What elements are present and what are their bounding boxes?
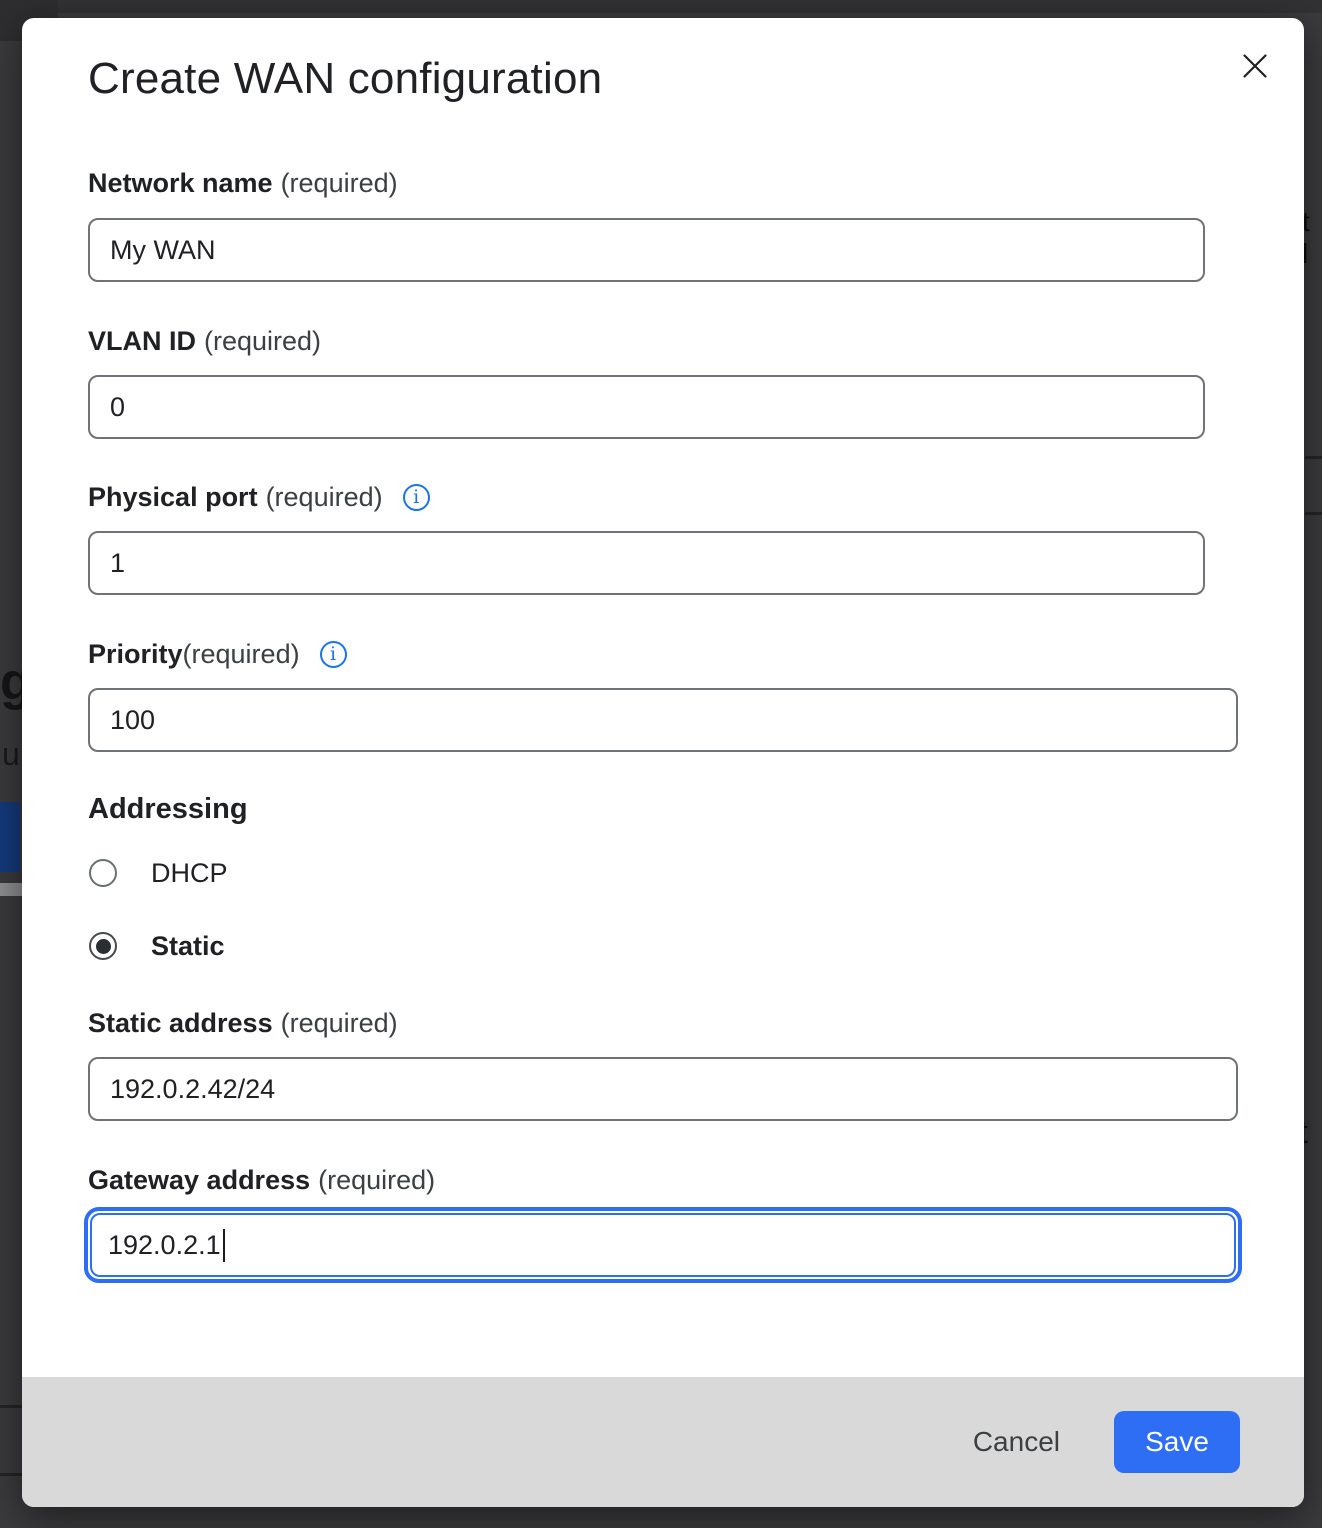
label-text: Priority [88,639,183,670]
radio-option-static[interactable]: Static [89,929,225,963]
physical-port-input[interactable]: 1 [88,531,1205,595]
backdrop-text-fragment: t l [1302,206,1322,270]
vlan-id-label: VLAN ID (required) [88,324,321,358]
network-name-label: Network name (required) [88,166,398,200]
backdrop-divider [1305,456,1322,459]
info-icon[interactable]: i [320,641,347,668]
input-value: 192.0.2.42/24 [110,1074,275,1105]
text-cursor [223,1229,226,1262]
static-address-input[interactable]: 192.0.2.42/24 [88,1057,1238,1121]
static-address-label: Static address (required) [88,1006,398,1040]
network-name-input[interactable]: My WAN [88,218,1205,282]
radio-label: DHCP [151,858,228,889]
backdrop-text-fragment: u [2,736,20,773]
info-icon[interactable]: i [403,484,430,511]
close-icon [1241,52,1269,80]
backdrop-row-fragment [0,883,22,896]
radio-option-dhcp[interactable]: DHCP [89,856,228,890]
backdrop-divider [0,1473,22,1476]
required-hint: (required) [281,168,398,199]
required-hint: (required) [266,482,383,513]
input-value: 0 [110,392,125,423]
input-value: My WAN [110,235,215,266]
dialog-footer: Cancel Save [22,1377,1304,1507]
input-value: 192.0.2.1 [108,1230,221,1261]
vlan-id-input[interactable]: 0 [88,375,1205,439]
required-hint: (required) [281,1008,398,1039]
label-text: Network name [88,168,273,199]
close-button[interactable] [1240,51,1270,81]
gateway-address-input-focus-ring: 192.0.2.1 [84,1207,1242,1283]
gateway-address-label: Gateway address (required) [88,1163,435,1197]
backdrop-top-strip [0,0,1322,13]
label-text: Gateway address [88,1165,310,1196]
priority-label: Priority (required) i [88,637,347,671]
save-button[interactable]: Save [1114,1411,1240,1473]
dialog-title: Create WAN configuration [88,54,602,104]
backdrop-blue-button-fragment [0,802,20,872]
radio-button-icon [89,859,117,887]
gateway-address-input[interactable]: 192.0.2.1 [90,1213,1236,1277]
backdrop-divider [1305,512,1322,515]
required-hint: (required) [318,1165,435,1196]
physical-port-label: Physical port (required) i [88,480,430,514]
input-value: 1 [110,548,125,579]
cancel-button[interactable]: Cancel [973,1426,1060,1458]
required-hint: (required) [183,639,300,670]
radio-button-icon [89,932,117,960]
addressing-heading: Addressing [88,793,248,826]
label-text: Physical port [88,482,258,513]
radio-label: Static [151,931,225,962]
create-wan-dialog: Create WAN configuration Network name (r… [22,18,1304,1507]
priority-input[interactable]: 100 [88,688,1238,752]
label-text: Static address [88,1008,273,1039]
backdrop-divider [0,1405,22,1408]
input-value: 100 [110,705,155,736]
required-hint: (required) [204,326,321,357]
label-text: VLAN ID [88,326,196,357]
